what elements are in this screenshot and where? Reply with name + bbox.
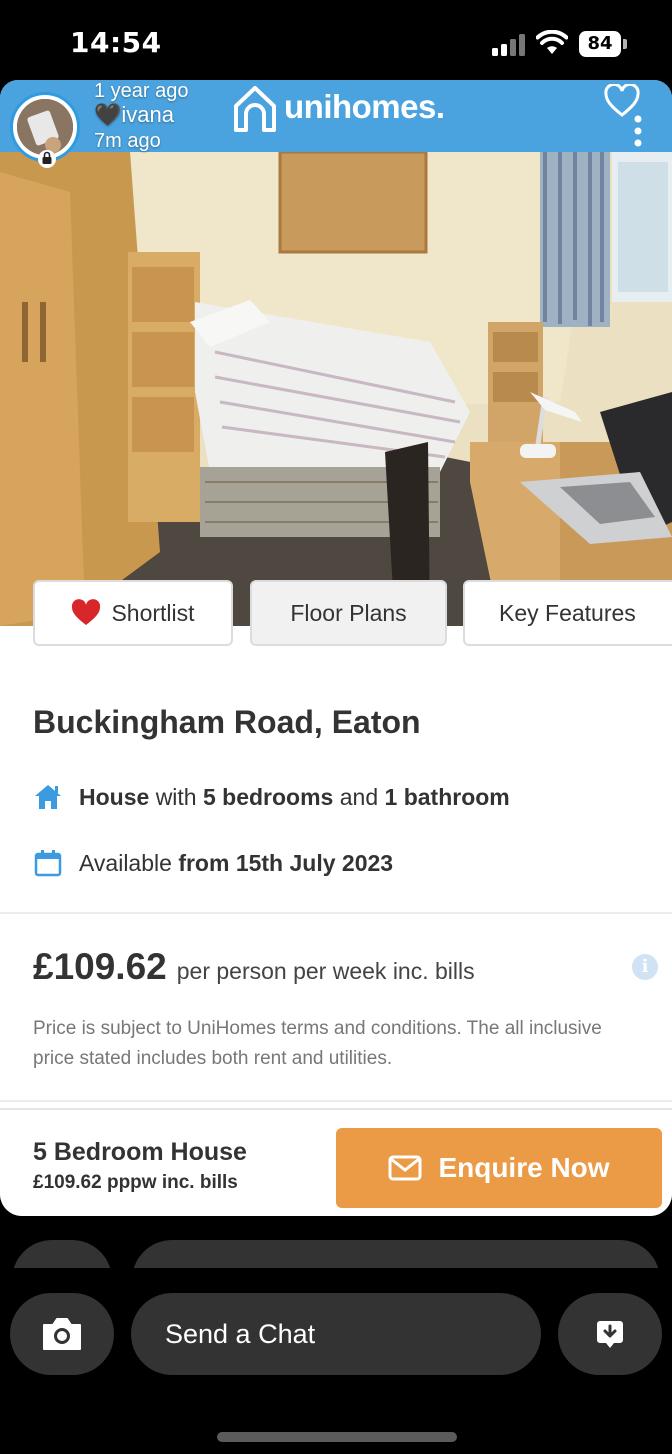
property-type: House	[79, 783, 150, 810]
price-disclaimer: Price is subject to UniHomes terms and c…	[33, 1018, 602, 1069]
floor-plans-button[interactable]: Floor Plans	[250, 580, 447, 646]
calendar-icon	[34, 850, 62, 877]
enquire-now-button[interactable]: Enquire Now	[336, 1128, 662, 1208]
battery-level: 84	[579, 31, 621, 57]
favourite-heart-icon[interactable]	[604, 84, 640, 118]
availability: Available from 15th July 2023	[33, 846, 393, 880]
available-date: from 15th July 2023	[178, 849, 394, 876]
enquiry-bar: 5 Bedroom House £109.62 pppw inc. bills …	[0, 1108, 672, 1216]
viewed-time: 7m ago	[94, 130, 161, 152]
property-photo[interactable]	[0, 152, 672, 626]
divider	[0, 1100, 672, 1102]
camera-icon	[43, 1318, 81, 1350]
cell-signal-icon	[492, 34, 525, 56]
available-prefix: Available	[79, 849, 172, 876]
action-buttons: Shortlist Floor Plans Key Features	[0, 580, 672, 648]
camera-button[interactable]	[10, 1293, 114, 1375]
posted-time: 1 year ago	[94, 80, 189, 102]
info-icon[interactable]: i	[632, 954, 658, 980]
price-row: £109.62 per person per week inc. bills	[33, 946, 475, 990]
divider	[0, 912, 672, 914]
more-options-icon[interactable]	[632, 114, 644, 148]
wifi-icon	[536, 30, 568, 54]
home-indicator[interactable]	[217, 1432, 457, 1442]
shortlist-label: Shortlist	[111, 599, 195, 626]
bathroom-count: 1 bathroom	[384, 783, 510, 810]
price-suffix: per person per week inc. bills	[176, 958, 475, 984]
mail-icon	[388, 1155, 422, 1181]
send-chat-input[interactable]: Send a Chat	[131, 1293, 541, 1375]
unihomes-logo[interactable]: unihomes.	[232, 82, 472, 134]
bedroom-count: 5 bedrooms	[202, 783, 334, 810]
house-icon	[35, 785, 61, 809]
key-features-label: Key Features	[499, 599, 636, 626]
logo-text: unihomes.	[284, 88, 445, 125]
enquiry-title: 5 Bedroom House	[33, 1138, 247, 1166]
enquire-label: Enquire Now	[438, 1152, 610, 1183]
status-bar: 14:54 84	[0, 0, 672, 80]
key-features-button[interactable]: Key Features	[463, 580, 672, 646]
house-outline-icon	[234, 86, 276, 132]
price: £109.62	[33, 946, 167, 987]
property-title: Buckingham Road, Eaton	[33, 704, 421, 740]
property-summary: House with 5 bedrooms and 1 bathroom	[33, 780, 510, 814]
enquiry-price: £109.62 pppw inc. bills	[33, 1172, 238, 1193]
battery-icon: 84	[579, 31, 627, 57]
status-time: 14:54	[70, 26, 162, 59]
sender-name[interactable]: 🖤ivana	[94, 102, 174, 128]
floor-plans-label: Floor Plans	[290, 599, 407, 626]
save-button[interactable]	[558, 1293, 662, 1375]
lock-icon	[38, 150, 56, 168]
shortlist-button[interactable]: Shortlist	[33, 580, 233, 646]
listing-card: unihomes. Shortlist Floor Plans Key Feat…	[0, 80, 672, 1216]
heart-icon	[72, 599, 101, 625]
black-heart-icon: 🖤	[94, 102, 122, 127]
download-icon	[597, 1321, 623, 1348]
